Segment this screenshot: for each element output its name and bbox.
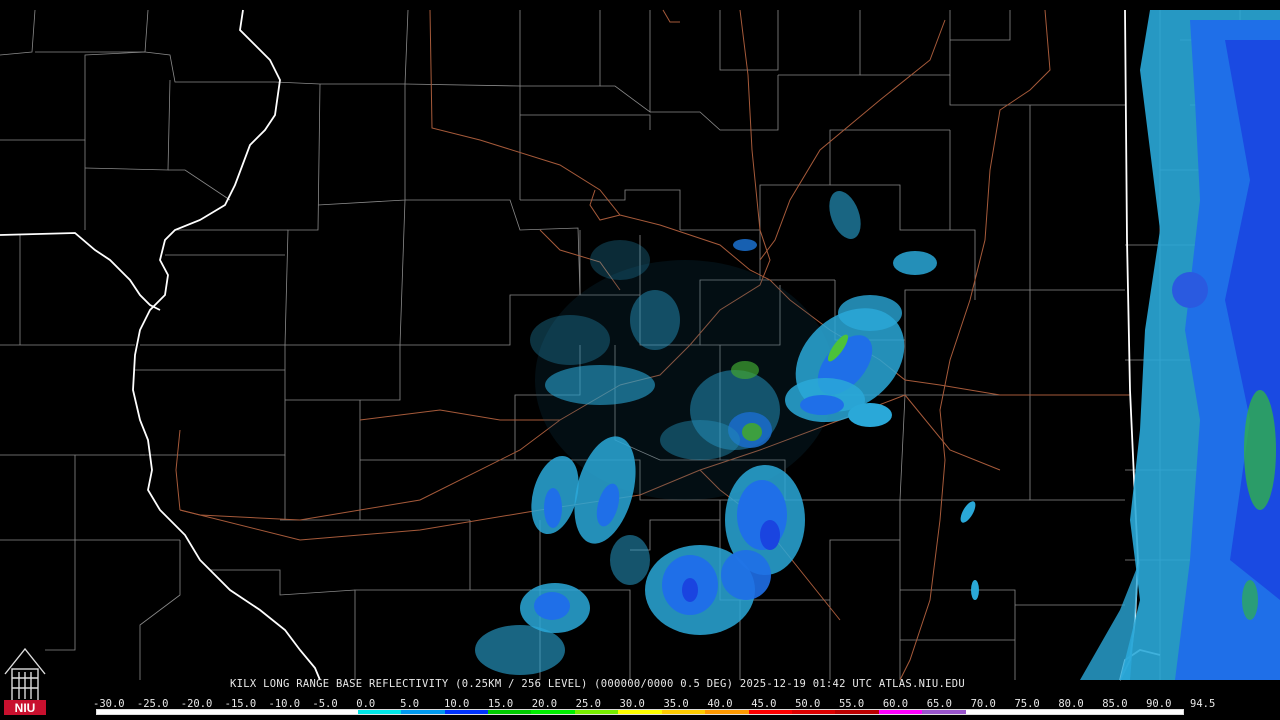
scale-color-segment	[401, 710, 445, 714]
scale-color-segment	[314, 710, 358, 714]
scale-color-segment	[1009, 710, 1053, 714]
niu-logo: NIU	[4, 647, 46, 715]
radar-product-caption: KILX LONG RANGE BASE REFLECTIVITY (0.25K…	[230, 678, 965, 690]
scale-color-segment	[1139, 710, 1183, 714]
niu-logo-text: NIU	[15, 701, 36, 715]
scale-color-segment	[227, 710, 271, 714]
scale-color-segment	[183, 710, 228, 714]
scale-color-segment	[922, 710, 966, 714]
scale-color-segment	[1052, 710, 1097, 714]
scale-color-segment	[705, 710, 749, 714]
scale-color-segment	[531, 710, 575, 714]
scale-color-segment	[1096, 710, 1140, 714]
radar-map	[0, 0, 1280, 720]
scale-color-segment	[574, 710, 619, 714]
scale-color-segment	[140, 710, 184, 714]
scale-color-segment	[357, 710, 402, 714]
scale-color-segment	[748, 710, 792, 714]
scale-color-segment	[444, 710, 488, 714]
scale-color-segment	[965, 710, 1010, 714]
scale-color-segment	[487, 710, 532, 714]
reflectivity-color-scale	[96, 709, 1184, 715]
scale-color-segment	[97, 710, 141, 714]
scale-color-segment	[878, 710, 923, 714]
scale-label: 94.5	[1190, 698, 1216, 710]
scale-color-segment	[835, 710, 879, 714]
scale-color-segment	[270, 710, 315, 714]
scale-color-segment	[661, 710, 706, 714]
scale-color-segment	[618, 710, 662, 714]
scale-color-segment	[792, 710, 836, 714]
